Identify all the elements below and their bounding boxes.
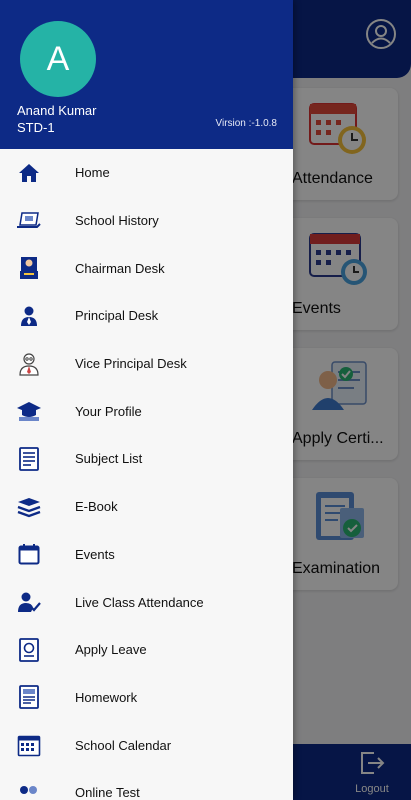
avatar[interactable]: A [20,21,96,97]
user-class: STD-1 [17,120,55,135]
navigation-drawer: A Anand Kumar STD-1 Virsion :-1.0.8 Home… [0,0,293,800]
principal-icon [16,303,42,329]
graduation-cap-icon [16,398,42,424]
menu-item-subject-list[interactable]: Subject List [0,435,293,483]
menu-item-online-test[interactable]: Online Test [0,769,293,800]
menu-item-vice-principal-desk[interactable]: Vice Principal Desk [0,340,293,388]
school-calendar-icon [16,732,42,758]
online-test-icon [16,780,42,800]
menu-label: Home [75,165,110,181]
menu-label: Principal Desk [75,308,159,324]
menu-label: Apply Leave [75,642,147,658]
menu-label: School Calendar [75,737,172,753]
menu-label: Subject List [75,451,143,467]
menu-label: School History [75,213,159,229]
menu-item-events[interactable]: Events [0,531,293,579]
calendar-icon [16,541,42,567]
menu-item-your-profile[interactable]: Your Profile [0,387,293,435]
apply-leave-icon [16,637,42,663]
menu-item-chairman-desk[interactable]: Chairman Desk [0,244,293,292]
menu-item-homework[interactable]: Homework [0,674,293,722]
books-icon [16,494,42,520]
menu-item-school-calendar[interactable]: School Calendar [0,721,293,769]
vice-principal-icon [16,351,42,377]
menu-label: Vice Principal Desk [75,356,187,372]
menu-label: Homework [75,689,138,705]
user-name: Anand Kumar [17,103,97,118]
menu-label: Events [75,546,115,562]
menu-label: E-Book [75,499,118,515]
menu-label: Online Test [75,785,140,800]
app-version: Virsion :-1.0.8 [215,118,277,129]
menu-item-e-book[interactable]: E-Book [0,483,293,531]
home-icon [16,160,42,186]
laptop-icon [16,208,42,234]
menu-item-principal-desk[interactable]: Principal Desk [0,292,293,340]
chairman-icon [16,255,42,281]
homework-icon [16,684,42,710]
menu-item-live-class-attendance[interactable]: Live Class Attendance [0,578,293,626]
drawer-header: A Anand Kumar STD-1 Virsion :-1.0.8 [0,0,293,149]
menu-item-apply-leave[interactable]: Apply Leave [0,626,293,674]
drawer-menu: Home School History Chairman Desk Princi… [0,149,293,800]
menu-label: Live Class Attendance [75,594,204,610]
menu-item-home[interactable]: Home [0,149,293,197]
menu-label: Chairman Desk [75,260,165,276]
menu-label: Your Profile [75,403,142,419]
attendance-user-icon [16,589,42,615]
subject-list-icon [16,446,42,472]
menu-item-school-history[interactable]: School History [0,197,293,245]
